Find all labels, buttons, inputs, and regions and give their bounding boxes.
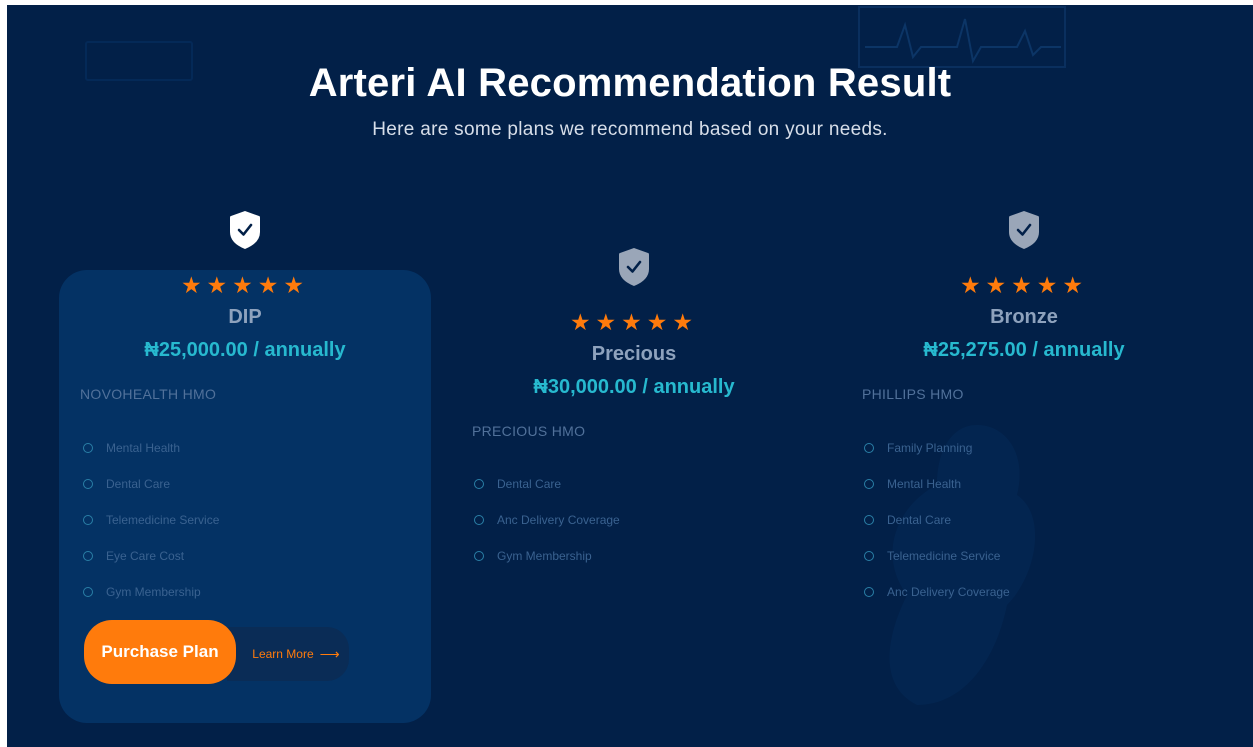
feature-item: Dental Care: [83, 477, 170, 491]
check-circle-icon: [474, 551, 484, 561]
star-rating: ★★★★★: [959, 272, 1089, 298]
shield-check-icon: [1009, 211, 1039, 249]
plan-price: ₦25,275.00 / annually: [923, 339, 1125, 361]
check-circle-icon: [83, 479, 93, 489]
plan-name: Bronze: [990, 306, 1058, 328]
check-circle-icon: [83, 551, 93, 561]
check-circle-icon: [864, 479, 874, 489]
check-circle-icon: [474, 479, 484, 489]
check-circle-icon: [474, 515, 484, 525]
feature-item: Mental Health: [864, 477, 961, 491]
check-circle-icon: [864, 443, 874, 453]
feature-item: Eye Care Cost: [83, 549, 184, 563]
feature-item: Dental Care: [474, 477, 561, 491]
feature-item: Telemedicine Service: [864, 549, 1000, 563]
shield-check-icon: [230, 211, 260, 249]
feature-item: Telemedicine Service: [83, 513, 219, 527]
plan-price: ₦25,000.00 / annually: [144, 339, 346, 361]
feature-item: Anc Delivery Coverage: [864, 585, 1010, 599]
check-circle-icon: [83, 587, 93, 597]
plan-card-bronze[interactable]: ★★★★★ Bronze ₦25,275.00 / annually PHILL…: [834, 5, 1214, 747]
feature-item: Anc Delivery Coverage: [474, 513, 620, 527]
purchase-plan-button[interactable]: Purchase Plan: [84, 620, 236, 684]
plan-name: Precious: [591, 343, 677, 365]
check-circle-icon: [864, 587, 874, 597]
check-circle-icon: [83, 443, 93, 453]
check-circle-icon: [83, 515, 93, 525]
hmo-provider: NOVOHEALTH HMO: [80, 386, 217, 402]
check-circle-icon: [864, 551, 874, 561]
star-rating: ★★★★★: [569, 309, 699, 335]
learn-more-link[interactable]: Learn More ⟶: [227, 627, 349, 681]
check-circle-icon: [864, 515, 874, 525]
feature-item: Family Planning: [864, 441, 972, 455]
recommendation-page: Arteri AI Recommendation Result Here are…: [7, 5, 1253, 747]
plan-name: DIP: [228, 306, 262, 328]
feature-item: Gym Membership: [474, 549, 592, 563]
hmo-provider: PHILLIPS HMO: [862, 386, 964, 402]
star-rating: ★★★★★: [180, 272, 310, 298]
arrow-right-icon: ⟶: [319, 645, 340, 662]
plan-price: ₦30,000.00 / annually: [533, 376, 735, 398]
feature-item: Dental Care: [864, 513, 951, 527]
hmo-provider: PRECIOUS HMO: [472, 423, 586, 439]
feature-item: Mental Health: [83, 441, 180, 455]
plan-card-precious[interactable]: ★★★★★ Precious ₦30,000.00 / annually PRE…: [444, 5, 824, 747]
feature-item: Gym Membership: [83, 585, 201, 599]
shield-check-icon: [619, 248, 649, 286]
